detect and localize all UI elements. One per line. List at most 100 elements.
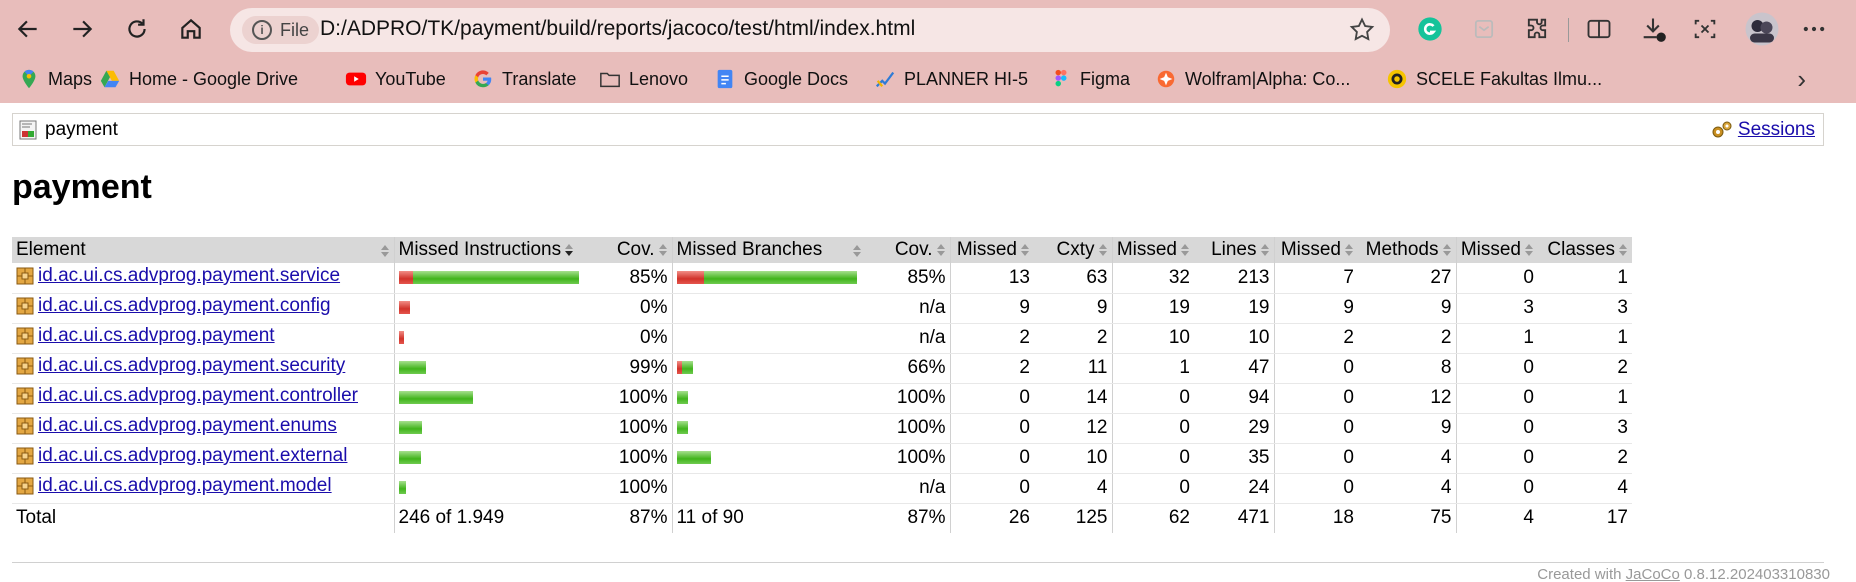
bookmark-google-docs[interactable]: Google Docs — [714, 64, 848, 94]
missed-methods-cell: 2 — [1273, 323, 1358, 354]
column-header-branch-cov[interactable]: Cov. — [866, 237, 950, 263]
column-header-missed-methods[interactable]: Missed — [1273, 237, 1358, 263]
column-header-missed-lines[interactable]: Missed — [1111, 237, 1194, 263]
column-header-element[interactable]: Element — [12, 237, 394, 263]
sessions-link[interactable]: Sessions — [1738, 119, 1815, 141]
column-header-lines[interactable]: Lines — [1194, 237, 1274, 263]
bookmark-maps[interactable]: Maps — [18, 64, 92, 94]
extensions-button[interactable] — [1520, 12, 1554, 46]
jacoco-link[interactable]: JaCoCo — [1626, 566, 1680, 582]
settings-menu-button[interactable] — [1797, 12, 1831, 46]
bookmark-label: SCELE Fakultas Ilmu... — [1416, 68, 1603, 89]
bar-covered-segment — [398, 481, 406, 495]
info-icon: i — [252, 20, 272, 40]
column-header-methods[interactable]: Methods — [1358, 237, 1456, 263]
page-content: payment Sessions payment Element Missed … — [0, 103, 1856, 582]
forward-button[interactable] — [62, 10, 102, 48]
table-row: id.ac.ui.cs.advprog.payment.controller 10… — [12, 383, 1632, 414]
bookmark-scele[interactable]: SCELE Fakultas Ilmu... — [1386, 64, 1602, 94]
package-link[interactable]: id.ac.ui.cs.advprog.payment.model — [38, 475, 332, 497]
split-screen-icon — [1587, 19, 1611, 39]
instr-bar-cell — [393, 443, 588, 474]
sort-icon — [853, 245, 861, 257]
site-info-button[interactable]: i File — [242, 16, 320, 44]
column-header-missed-branches[interactable]: Missed Branches — [671, 237, 866, 263]
column-header-classes[interactable]: Classes — [1538, 237, 1632, 263]
bookmark-wolfram[interactable]: Wolfram|Alpha: Co... — [1155, 64, 1350, 94]
bookmark-google-drive[interactable]: Home - Google Drive — [99, 64, 298, 94]
reload-button[interactable] — [117, 10, 157, 48]
url-text[interactable]: D:/ADPRO/TK/payment/build/reports/jacoco… — [320, 17, 915, 41]
methods-cell: 4 — [1358, 473, 1456, 504]
bookmark-lenovo[interactable]: Lenovo — [599, 64, 688, 94]
column-header-missed-classes[interactable]: Missed — [1455, 237, 1538, 263]
breadcrumb: payment Sessions — [12, 113, 1824, 146]
total-instructions: 246 of 1.949 — [393, 502, 588, 533]
bookmark-figma[interactable]: Figma — [1050, 64, 1130, 94]
cxty-cell: 12 — [1034, 413, 1112, 444]
branch-bar-cell — [671, 323, 866, 354]
missed-classes-cell: 3 — [1455, 293, 1538, 324]
package-link[interactable]: id.ac.ui.cs.advprog.payment.enums — [38, 415, 337, 437]
total-missed-cxty: 26 — [949, 502, 1034, 533]
footer-prefix: Created with — [1537, 566, 1626, 582]
bar-missed-segment — [398, 301, 410, 315]
sessions-link-container: Sessions — [1710, 119, 1815, 141]
missed-cxty-cell: 9 — [949, 293, 1034, 324]
branch-bar-cell — [671, 293, 866, 324]
package-link[interactable]: id.ac.ui.cs.advprog.payment.controller — [38, 385, 358, 407]
package-link[interactable]: id.ac.ui.cs.advprog.payment.config — [38, 295, 331, 317]
downloads-button[interactable] — [1636, 12, 1670, 46]
table-total-row: Total 246 of 1.949 87% 11 of 90 87% 26 1… — [12, 502, 1632, 533]
more-icon — [1803, 26, 1825, 32]
grammarly-extension[interactable] — [1413, 12, 1447, 46]
planner-icon — [875, 71, 895, 88]
bookmark-translate[interactable]: Translate — [472, 64, 576, 94]
bar-missed-segment — [398, 271, 413, 285]
bar-covered-segment — [703, 271, 857, 285]
methods-cell: 9 — [1358, 293, 1456, 324]
column-header-missed-cxty[interactable]: Missed — [949, 237, 1034, 263]
column-header-cxty[interactable]: Cxty — [1034, 237, 1112, 263]
address-bar[interactable]: i File D:/ADPRO/TK/payment/build/reports… — [230, 8, 1390, 52]
bar-covered-segment — [398, 361, 426, 375]
instr-coverage-bar — [398, 271, 579, 285]
branch-coverage-bar — [676, 391, 688, 405]
branch-cov-cell: 85% — [866, 263, 950, 294]
sort-icon — [1260, 243, 1269, 256]
profile-avatar[interactable] — [1743, 10, 1781, 48]
column-header-missed-instructions[interactable]: Missed Instructions — [393, 237, 588, 263]
element-cell: id.ac.ui.cs.advprog.payment.external — [12, 443, 394, 474]
package-icon — [16, 417, 34, 435]
package-link[interactable]: id.ac.ui.cs.advprog.payment.security — [38, 355, 345, 377]
instr-bar-cell — [393, 353, 588, 384]
home-button[interactable] — [171, 10, 211, 48]
column-header-instr-cov[interactable]: Cov. — [588, 237, 672, 263]
screenshot-button[interactable] — [1688, 12, 1722, 46]
cxty-cell: 10 — [1034, 443, 1112, 474]
bookmark-label: Figma — [1080, 68, 1131, 89]
bar-covered-segment — [412, 271, 579, 285]
bar-covered-segment — [398, 391, 473, 405]
package-link[interactable]: id.ac.ui.cs.advprog.payment — [38, 325, 275, 347]
classes-cell: 4 — [1538, 473, 1632, 504]
table-row: id.ac.ui.cs.advprog.payment.enums 100% 100… — [12, 413, 1632, 444]
back-button[interactable] — [8, 10, 48, 48]
folder-icon — [600, 72, 620, 88]
breadcrumb-current: payment — [19, 119, 118, 141]
bookmark-youtube[interactable]: YouTube — [345, 64, 446, 94]
package-link[interactable]: id.ac.ui.cs.advprog.payment.service — [38, 265, 340, 287]
extension-button[interactable] — [1467, 12, 1501, 46]
element-cell: id.ac.ui.cs.advprog.payment.controller — [12, 383, 394, 414]
element-cell: id.ac.ui.cs.advprog.payment.security — [12, 353, 394, 384]
instr-bar-cell — [393, 473, 588, 504]
package-link[interactable]: id.ac.ui.cs.advprog.payment.external — [38, 445, 347, 467]
instr-coverage-bar — [398, 391, 473, 405]
cxty-cell: 11 — [1034, 353, 1112, 384]
star-icon[interactable] — [1348, 16, 1376, 44]
split-screen-button[interactable] — [1582, 12, 1616, 46]
sort-icon — [1021, 243, 1029, 256]
bookmark-planner[interactable]: PLANNER HI-5 — [874, 64, 1028, 94]
cup-icon — [1474, 19, 1494, 39]
bookmarks-more-button[interactable]: › — [1797, 64, 1806, 95]
